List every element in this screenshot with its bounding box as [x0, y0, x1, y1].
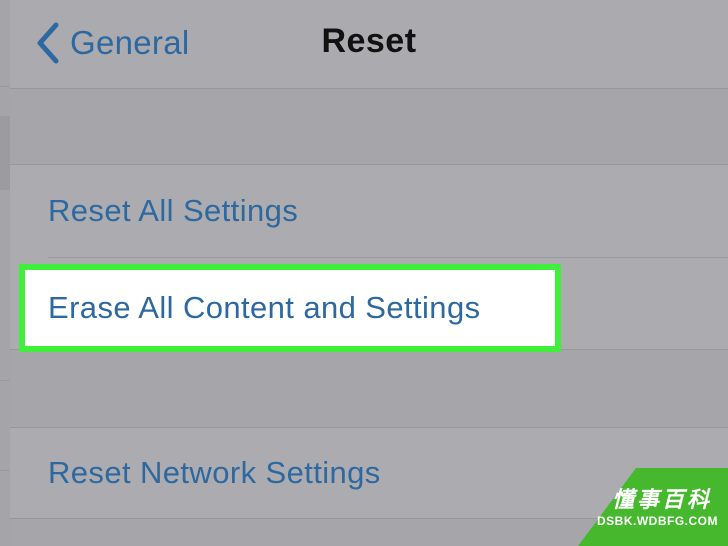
divider [0, 380, 10, 381]
watermark-logo: 懂事百科 DSBK.WDBFG.COM [578, 468, 728, 546]
divider [0, 86, 10, 87]
page-title: Reset [321, 22, 417, 60]
left-edge-block [0, 116, 10, 190]
reset-all-settings-label: Reset All Settings [48, 193, 299, 228]
group-spacer [10, 350, 728, 427]
reset-all-settings-cell[interactable]: Reset All Settings [10, 164, 728, 258]
group-spacer [10, 89, 728, 164]
watermark-text-en: DSBK.WDBFG.COM [597, 514, 718, 528]
divider [0, 470, 10, 471]
erase-all-content-and-settings-cell[interactable]: Erase All Content and Settings [19, 264, 561, 352]
left-edge-strip [0, 0, 10, 546]
erase-all-content-and-settings-label: Erase All Content and Settings [48, 290, 481, 325]
reset-network-settings-label: Reset Network Settings [48, 455, 381, 490]
navigation-bar: General Reset [10, 0, 728, 89]
watermark-text-cn: 懂事百科 [611, 487, 712, 512]
